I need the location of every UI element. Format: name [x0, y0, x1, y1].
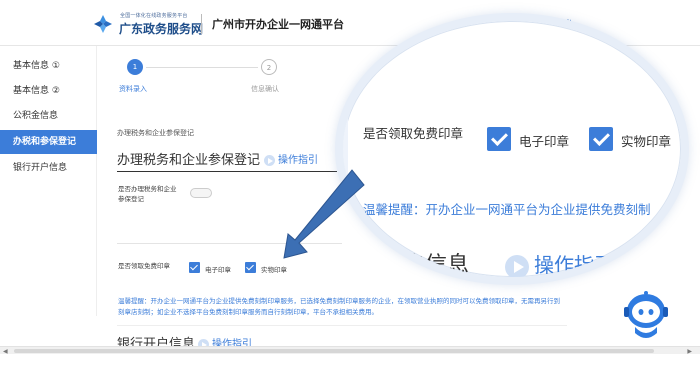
magnified-physical-seal-label: 实物印章	[621, 134, 672, 149]
magnified-bank-title: 户信息	[403, 253, 470, 278]
physical-seal-label: 实物印章	[261, 266, 287, 274]
magnified-electronic-seal-label: 电子印章	[519, 134, 570, 149]
step-connector	[146, 67, 258, 68]
scroll-right-icon[interactable]: ▶	[687, 348, 692, 355]
magnified-electronic-seal-checkbox	[487, 127, 511, 151]
section-breadcrumb: 办理税务和企业参保登记	[117, 129, 194, 137]
physical-seal-checkbox[interactable]	[245, 262, 256, 273]
electronic-seal-checkbox[interactable]	[189, 262, 200, 273]
magnified-guide-label: 操作指引	[534, 253, 614, 277]
tax-registration-question: 是否办理税务和企业参保登记	[118, 185, 177, 203]
magnified-play-icon	[505, 254, 529, 277]
electronic-seal-label: 电子印章	[205, 266, 231, 274]
sidebar-item-bank-account[interactable]: 银行开户信息	[0, 156, 97, 180]
magnified-seal-question: 是否领取免费印章	[363, 126, 464, 141]
magnified-guide: 操作指引	[505, 249, 614, 277]
free-seal-question: 是否领取免费印章	[118, 262, 170, 270]
scroll-left-icon[interactable]: ◀	[3, 348, 8, 355]
row-divider	[117, 243, 342, 244]
step-1-label: 资料录入	[119, 85, 147, 93]
platform-title: 广州市开办企业一网通平台	[212, 18, 344, 31]
magnifier-edge	[343, 21, 348, 277]
operation-guide-link[interactable]: 操作指引	[264, 151, 318, 166]
seal-reminder-text: 温馨提醒：开办企业一网通平台为企业提供免费刻制印章服务，已选择免费刻制印章服务的…	[118, 297, 560, 316]
header-divider	[201, 14, 202, 34]
sidebar-item-basic-info-1[interactable]: 基本信息 ①	[0, 54, 97, 78]
horizontal-scrollbar[interactable]: ◀ ▶	[0, 346, 700, 355]
section-title: 办理税务和企业参保登记	[117, 153, 261, 168]
magnified-physical-seal-checkbox	[589, 127, 613, 151]
play-icon	[264, 154, 275, 166]
gov-service-logo-icon	[94, 15, 112, 33]
zoom-magnifier: 是否领取免费印章 电子印章 实物印章 温馨提醒：开办企业一网通平台为企业提供免费…	[335, 13, 689, 285]
section-divider	[117, 171, 337, 172]
tax-registration-toggle[interactable]	[190, 188, 212, 198]
sidebar-item-basic-info-2[interactable]: 基本信息 ②	[0, 79, 97, 103]
bottom-divider	[117, 325, 567, 326]
operation-guide-label: 操作指引	[278, 155, 318, 166]
step-1-dot: 1	[127, 59, 143, 75]
sidebar: 基本信息 ① 基本信息 ② 公积金信息 办税和参保登记 银行开户信息	[0, 46, 97, 316]
logo-subtitle: 全国一体化在线政务服务平台	[120, 13, 188, 19]
step-2-dot: 2	[261, 59, 277, 75]
step-2-label: 信息确认	[251, 85, 279, 93]
magnified-reminder-text: 温馨提醒：开办企业一网通平台为企业提供免费刻制	[363, 202, 651, 217]
scrollbar-thumb[interactable]	[14, 349, 654, 353]
logo-title[interactable]: 广东政务服务网	[119, 20, 203, 37]
page: 全国一体化在线政务服务平台 广东政务服务网 广州市开办企业一网通平台 退出 基本…	[0, 0, 700, 382]
sidebar-item-housing-fund[interactable]: 公积金信息	[0, 104, 97, 128]
sidebar-item-tax-insurance[interactable]: 办税和参保登记	[0, 130, 97, 154]
robot-assistant-icon[interactable]	[621, 289, 671, 343]
